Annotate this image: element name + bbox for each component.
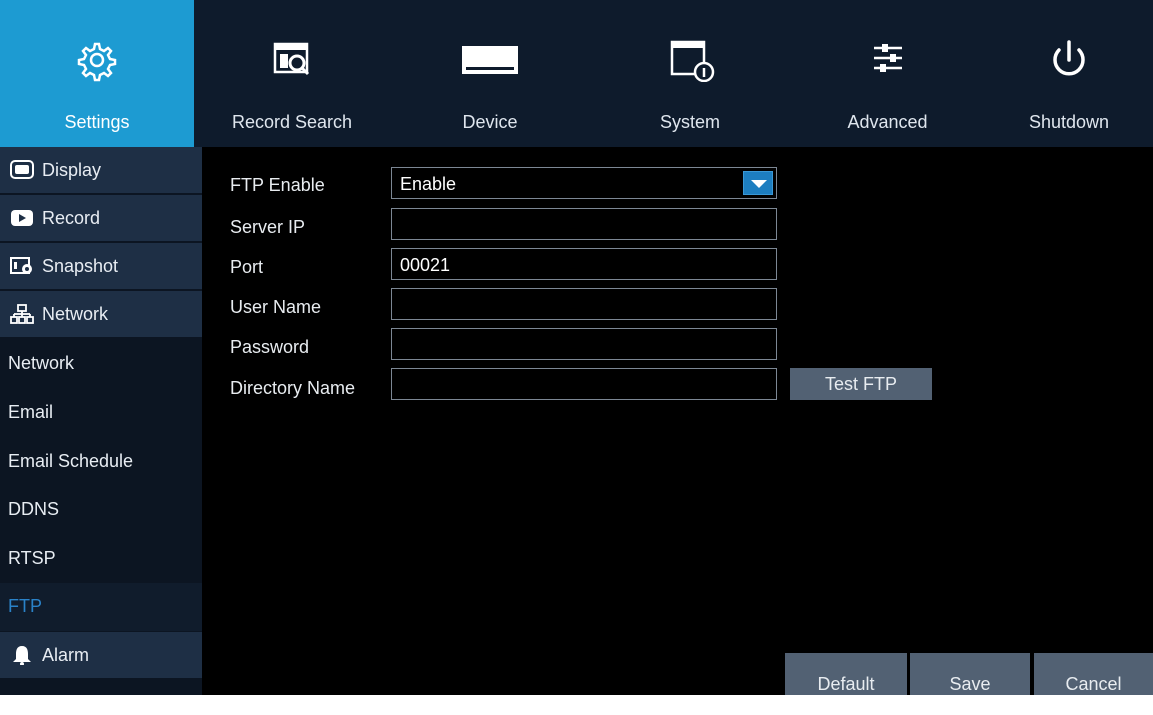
tab-label: Record Search [231, 112, 353, 132]
password-label: Password [230, 337, 310, 357]
tab-settings[interactable]: Settings [0, 0, 194, 147]
sidebar-subitem-network[interactable]: Network [0, 340, 202, 388]
hard-drive-icon [462, 46, 518, 74]
sidebar-item-label: Network [42, 304, 109, 324]
chevron-down-icon[interactable] [743, 171, 773, 195]
sidebar-subitem-label: Email [8, 402, 54, 422]
top-nav: Settings Record Search Device System Adv… [0, 0, 1153, 147]
cancel-button[interactable]: Cancel [1034, 653, 1153, 695]
tab-label: Settings [64, 112, 130, 132]
tab-label: Device [462, 112, 518, 132]
server-ip-label: Server IP [230, 217, 306, 237]
password-field[interactable] [391, 328, 777, 360]
server-ip-field[interactable] [391, 208, 777, 240]
bell-icon [13, 646, 31, 665]
sidebar-subitem-label: Network [8, 353, 75, 373]
save-button[interactable]: Save [910, 653, 1030, 695]
ftp-settings-panel: FTP Enable Enable Server IP Port 00021 U… [202, 147, 1153, 695]
sidebar-subitem-label: Email Schedule [8, 451, 134, 471]
sidebar-item-label: Display [42, 160, 102, 180]
tab-label: Shutdown [1028, 112, 1110, 132]
sidebar-subitem-label: RTSP [8, 548, 56, 568]
user-name-label: User Name [230, 297, 322, 317]
ftp-enable-value: Enable [400, 174, 457, 194]
system-info-icon [670, 40, 715, 82]
directory-name-label: Directory Name [230, 378, 356, 398]
default-button[interactable]: Default [785, 653, 907, 695]
ftp-enable-select[interactable]: Enable [391, 167, 777, 199]
sidebar-subitem-email-schedule[interactable]: Email Schedule [0, 438, 202, 486]
ftp-enable-label: FTP Enable [230, 175, 325, 195]
power-icon [1053, 40, 1085, 76]
tab-advanced[interactable]: Advanced [790, 0, 985, 147]
tab-system[interactable]: System [590, 0, 790, 147]
sidebar-subitem-label: FTP [8, 596, 42, 616]
snapshot-icon [10, 257, 32, 274]
sliders-icon [873, 44, 902, 72]
sidebar-item-display[interactable]: Display [0, 147, 202, 195]
directory-name-field[interactable] [391, 368, 777, 400]
sidebar-item-alarm[interactable]: Alarm [0, 632, 202, 680]
port-field[interactable]: 00021 [391, 248, 777, 280]
sidebar-subitem-label: DDNS [8, 499, 60, 519]
gear-icon [77, 42, 117, 82]
sidebar-item-network[interactable]: Network [0, 291, 202, 339]
sidebar-subitem-ftp[interactable]: FTP [0, 583, 202, 631]
tab-shutdown[interactable]: Shutdown [985, 0, 1153, 147]
tab-label: System [659, 112, 720, 132]
sidebar-item-label: Snapshot [42, 256, 119, 276]
app-window: Settings Record Search Device System Adv… [0, 0, 1153, 695]
port-label: Port [230, 257, 264, 277]
monitor-icon [10, 160, 34, 179]
sidebar: Display Record Snapshot Network Network … [0, 147, 202, 695]
tab-label: Advanced [847, 112, 928, 132]
sidebar-item-label: Alarm [42, 645, 90, 665]
network-icon [10, 304, 34, 324]
record-icon [11, 210, 33, 226]
test-ftp-button[interactable]: Test FTP [790, 368, 932, 400]
sidebar-subitem-ddns[interactable]: DDNS [0, 486, 202, 534]
sidebar-subitem-email[interactable]: Email [0, 389, 202, 437]
sidebar-item-label: Record [42, 208, 101, 228]
user-name-field[interactable] [391, 288, 777, 320]
tab-device[interactable]: Device [390, 0, 590, 147]
sidebar-item-snapshot[interactable]: Snapshot [0, 243, 202, 291]
sidebar-subitem-rtsp[interactable]: RTSP [0, 535, 202, 583]
sidebar-item-record[interactable]: Record [0, 195, 202, 243]
tab-record-search[interactable]: Record Search [194, 0, 390, 147]
record-search-icon [273, 42, 310, 76]
